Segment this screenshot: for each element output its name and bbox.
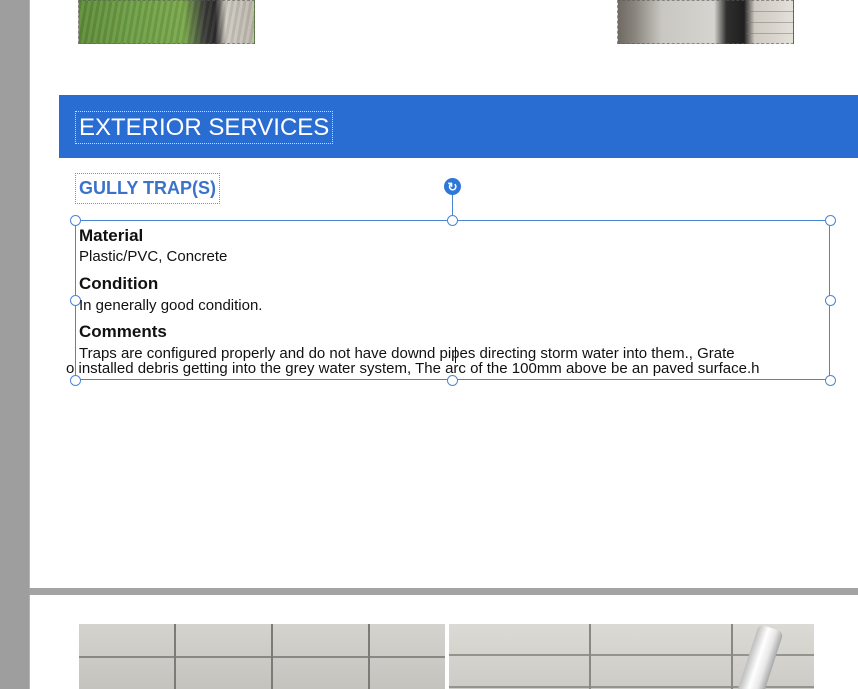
page-break-gap: [29, 588, 858, 595]
material-label: Material: [79, 226, 144, 245]
material-value[interactable]: Plastic/PVC, Concrete: [79, 248, 227, 265]
resize-handle-top-left[interactable]: [70, 215, 81, 226]
subsection-title[interactable]: GULLY TRAP(S): [75, 173, 221, 204]
photo-wall-tiles-left[interactable]: [79, 624, 445, 689]
left-workspace-gutter: [0, 0, 29, 689]
resize-handle-top-right[interactable]: [825, 215, 836, 226]
condition-label: Condition: [79, 274, 159, 293]
photo-wall-doorway[interactable]: [617, 0, 794, 44]
photo-grass-foundation[interactable]: [78, 0, 255, 44]
rotate-icon[interactable]: ↻: [444, 178, 461, 195]
resize-handle-bottom-right[interactable]: [825, 375, 836, 386]
page-edge: [29, 0, 30, 689]
resize-handle-top-center[interactable]: [447, 215, 458, 226]
section-title[interactable]: EXTERIOR SERVICES: [75, 111, 334, 144]
condition-value[interactable]: In generally good condition.: [79, 297, 262, 314]
rotate-handle-stem: [452, 193, 453, 217]
downpipe: [734, 624, 784, 689]
resize-handle-middle-right[interactable]: [825, 295, 836, 306]
photo-wall-tiles-right[interactable]: [449, 624, 814, 689]
overflow-text-line[interactable]: o installed debris getting into the grey…: [66, 360, 759, 377]
comments-label: Comments: [79, 322, 167, 341]
